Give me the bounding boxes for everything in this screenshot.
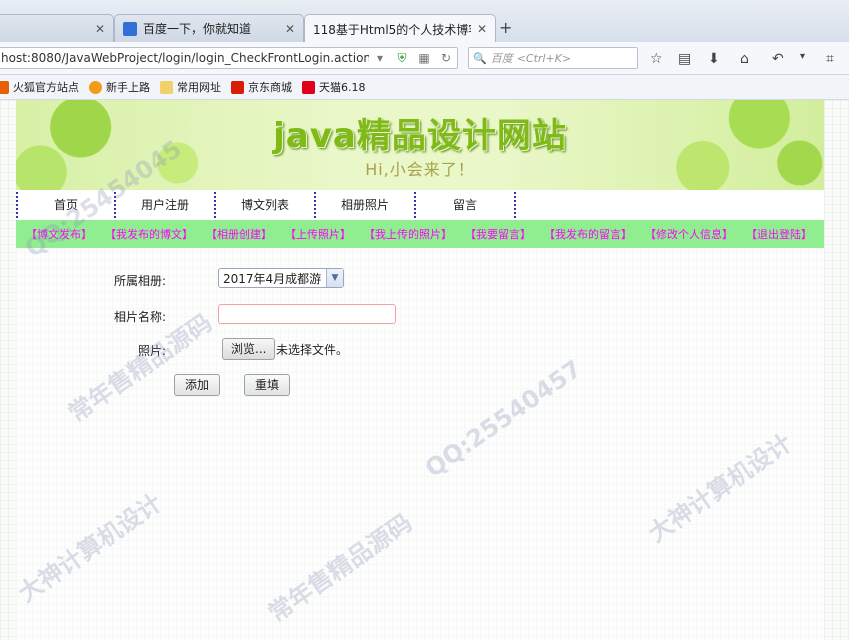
- submenu-publish-blog[interactable]: 【博文发布】: [26, 226, 92, 242]
- album-row: 所属相册: 2017年4月成都游 ▼: [16, 268, 824, 292]
- submenu-create-album[interactable]: 【相册创建】: [206, 226, 272, 242]
- photo-name-input[interactable]: [218, 304, 396, 324]
- crop-icon[interactable]: ⌗: [826, 51, 834, 67]
- main-menu: 首页 用户注册 博文列表 相册照片 留言: [16, 190, 824, 220]
- reload-icon[interactable]: ↻: [435, 51, 457, 65]
- home-icon[interactable]: ⌂: [740, 51, 749, 67]
- chevron-down-icon[interactable]: ▾: [800, 51, 805, 62]
- tab-label: 118基于Html5的个人技术博客的: [313, 22, 471, 37]
- submenu-logout[interactable]: 【退出登陆】: [746, 226, 812, 242]
- bookmark-item[interactable]: 京东商城: [231, 79, 292, 95]
- bookmark-item[interactable]: 常用网址: [160, 79, 221, 95]
- submenu-upload-photo[interactable]: 【上传照片】: [285, 226, 351, 242]
- qr-code-icon[interactable]: ▦: [413, 51, 435, 65]
- album-label: 所属相册:: [113, 274, 166, 288]
- menu-message[interactable]: 留言: [416, 192, 516, 218]
- search-engine-label: 百度: [490, 52, 513, 65]
- dropdown-arrow-icon[interactable]: ▾: [369, 51, 391, 65]
- menu-blog-list[interactable]: 博文列表: [216, 192, 316, 218]
- undo-icon[interactable]: ↶: [772, 51, 784, 67]
- submenu-edit-profile[interactable]: 【修改个人信息】: [645, 226, 733, 242]
- site-title: java精品设计网站: [273, 116, 567, 156]
- tab-previous[interactable]: ✕: [0, 14, 114, 42]
- close-icon[interactable]: ✕: [89, 22, 105, 36]
- search-box[interactable]: 🔍 百度 <Ctrl+K>: [468, 47, 638, 69]
- photo-file-row: 照片: 浏览... 未选择文件。: [16, 338, 824, 362]
- clipboard-icon[interactable]: ▤: [678, 51, 691, 67]
- reset-button[interactable]: 重填: [244, 374, 291, 396]
- page-content: java精品设计网站 Hi,小会来了！ 首页 用户注册 博文列表 相册照片 留言…: [16, 100, 824, 640]
- search-placeholder: <Ctrl+K>: [516, 51, 572, 65]
- bookmark-label: 常用网址: [177, 81, 221, 94]
- bookmarks-bar: 火狐官方站点 新手上路 常用网址 京东商城 天猫6.18: [0, 75, 849, 100]
- new-tab-button[interactable]: +: [499, 18, 512, 37]
- search-icon: 🔍: [473, 51, 487, 65]
- submenu-my-messages[interactable]: 【我发布的留言】: [544, 226, 632, 242]
- album-select[interactable]: 2017年4月成都游 ▼: [218, 268, 344, 288]
- file-status-text: 未选择文件。: [276, 343, 349, 357]
- url-text: host:8080/JavaWebProject/login/login_Che…: [1, 51, 369, 65]
- star-icon[interactable]: ☆: [650, 51, 663, 67]
- menu-register[interactable]: 用户注册: [116, 192, 216, 218]
- site-subtitle: Hi,小会来了！: [365, 160, 475, 179]
- album-selected-value: 2017年4月成都游: [223, 271, 322, 286]
- tab-baidu[interactable]: 百度一下，你就知道 ✕: [114, 14, 304, 42]
- bookmark-item[interactable]: 天猫6.18: [302, 79, 366, 95]
- firefox-icon: [89, 80, 102, 94]
- close-icon[interactable]: ✕: [279, 22, 295, 36]
- page-viewport: java精品设计网站 Hi,小会来了！ 首页 用户注册 博文列表 相册照片 留言…: [0, 100, 849, 640]
- tab-label: 百度一下，你就知道: [143, 22, 252, 36]
- browse-file-button[interactable]: 浏览...: [222, 338, 276, 360]
- submenu-my-photos[interactable]: 【我上传的照片】: [364, 226, 452, 242]
- chevron-down-icon: ▼: [326, 269, 343, 287]
- bookmark-label: 新手上路: [106, 81, 150, 94]
- photo-name-row: 相片名称:: [16, 304, 824, 328]
- shield-icon[interactable]: ⛨: [391, 51, 413, 66]
- baidu-paw-icon: [123, 21, 137, 36]
- bookmark-label: 天猫6.18: [319, 81, 366, 94]
- submenu-my-blogs[interactable]: 【我发布的博文】: [105, 226, 193, 242]
- menu-home[interactable]: 首页: [16, 192, 116, 218]
- bookmark-item[interactable]: 新手上路: [89, 79, 150, 95]
- submenu-leave-message[interactable]: 【我要留言】: [465, 226, 531, 242]
- site-banner: java精品设计网站 Hi,小会来了！: [16, 100, 824, 190]
- form-actions: 添加 重填: [16, 374, 824, 398]
- download-icon[interactable]: ⬇: [708, 51, 720, 67]
- jd-logo-icon: [231, 80, 244, 94]
- add-button[interactable]: 添加: [174, 374, 221, 396]
- photo-label: 照片:: [137, 344, 166, 358]
- photo-name-label: 相片名称:: [113, 310, 166, 324]
- browser-tab-bar: ✕ 百度一下，你就知道 ✕ 118基于Html5的个人技术博客的 ✕ +: [0, 0, 849, 43]
- tab-current[interactable]: 118基于Html5的个人技术博客的 ✕: [304, 14, 496, 43]
- bookmark-item[interactable]: 火狐官方站点: [0, 79, 79, 95]
- tmall-logo-icon: [302, 80, 315, 94]
- browser-nav-bar: host:8080/JavaWebProject/login/login_Che…: [0, 42, 849, 75]
- bookmark-label: 京东商城: [248, 81, 292, 94]
- folder-icon: [160, 80, 173, 94]
- close-icon[interactable]: ✕: [471, 22, 487, 36]
- bookmark-label: 火狐官方站点: [13, 81, 79, 94]
- folder-icon: [0, 80, 9, 94]
- menu-album[interactable]: 相册照片: [316, 192, 416, 218]
- user-submenu: 【博文发布】 【我发布的博文】 【相册创建】 【上传照片】 【我上传的照片】 【…: [16, 220, 824, 248]
- url-bar[interactable]: host:8080/JavaWebProject/login/login_Che…: [0, 47, 458, 69]
